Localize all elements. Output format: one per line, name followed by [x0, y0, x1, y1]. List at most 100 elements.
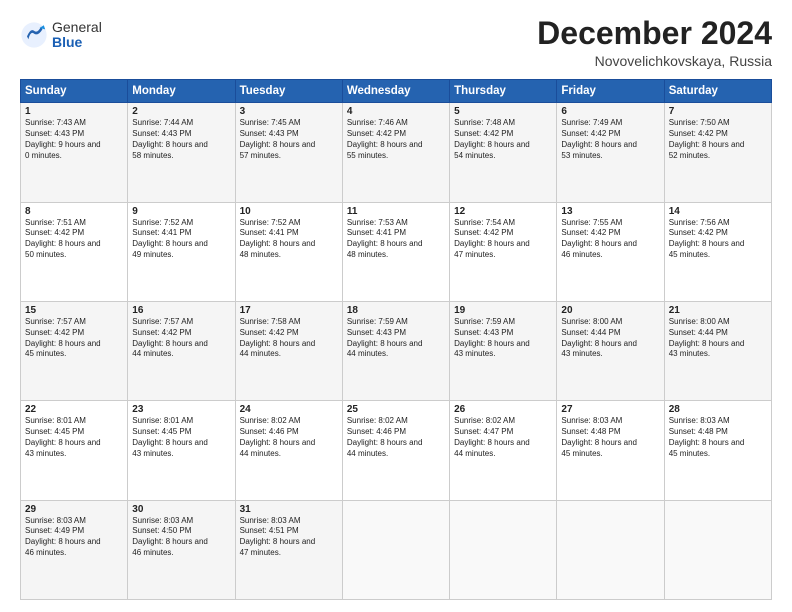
table-row: 4Sunrise: 7:46 AMSunset: 4:42 PMDaylight…: [342, 103, 449, 202]
table-row: 30Sunrise: 8:03 AMSunset: 4:50 PMDayligh…: [128, 500, 235, 599]
table-row: 16Sunrise: 7:57 AMSunset: 4:42 PMDayligh…: [128, 301, 235, 400]
logo-blue: Blue: [52, 35, 102, 50]
col-thursday: Thursday: [450, 80, 557, 103]
day-number: 27: [561, 404, 659, 415]
day-number: 9: [132, 206, 230, 217]
logo: General Blue: [20, 20, 102, 51]
day-info: Sunrise: 8:00 AMSunset: 4:44 PMDaylight:…: [561, 317, 659, 360]
day-info: Sunrise: 8:01 AMSunset: 4:45 PMDaylight:…: [25, 416, 123, 459]
day-info: Sunrise: 7:46 AMSunset: 4:42 PMDaylight:…: [347, 118, 445, 161]
day-info: Sunrise: 7:52 AMSunset: 4:41 PMDaylight:…: [132, 218, 230, 261]
day-number: 14: [669, 206, 767, 217]
day-number: 31: [240, 504, 338, 515]
day-number: 30: [132, 504, 230, 515]
day-number: 12: [454, 206, 552, 217]
month-title: December 2024: [537, 16, 772, 51]
day-info: Sunrise: 7:48 AMSunset: 4:42 PMDaylight:…: [454, 118, 552, 161]
day-number: 22: [25, 404, 123, 415]
day-info: Sunrise: 7:50 AMSunset: 4:42 PMDaylight:…: [669, 118, 767, 161]
day-number: 10: [240, 206, 338, 217]
table-row: 26Sunrise: 8:02 AMSunset: 4:47 PMDayligh…: [450, 401, 557, 500]
table-row: 7Sunrise: 7:50 AMSunset: 4:42 PMDaylight…: [664, 103, 771, 202]
day-number: 8: [25, 206, 123, 217]
day-info: Sunrise: 7:58 AMSunset: 4:42 PMDaylight:…: [240, 317, 338, 360]
table-row: [450, 500, 557, 599]
calendar-week-2: 8Sunrise: 7:51 AMSunset: 4:42 PMDaylight…: [21, 202, 772, 301]
day-info: Sunrise: 8:03 AMSunset: 4:48 PMDaylight:…: [561, 416, 659, 459]
table-row: [664, 500, 771, 599]
day-number: 16: [132, 305, 230, 316]
day-info: Sunrise: 7:59 AMSunset: 4:43 PMDaylight:…: [454, 317, 552, 360]
day-info: Sunrise: 7:52 AMSunset: 4:41 PMDaylight:…: [240, 218, 338, 261]
day-number: 19: [454, 305, 552, 316]
header-row: Sunday Monday Tuesday Wednesday Thursday…: [21, 80, 772, 103]
table-row: 12Sunrise: 7:54 AMSunset: 4:42 PMDayligh…: [450, 202, 557, 301]
day-number: 15: [25, 305, 123, 316]
table-row: 8Sunrise: 7:51 AMSunset: 4:42 PMDaylight…: [21, 202, 128, 301]
day-info: Sunrise: 7:57 AMSunset: 4:42 PMDaylight:…: [25, 317, 123, 360]
col-friday: Friday: [557, 80, 664, 103]
day-info: Sunrise: 7:44 AMSunset: 4:43 PMDaylight:…: [132, 118, 230, 161]
calendar: Sunday Monday Tuesday Wednesday Thursday…: [20, 79, 772, 600]
day-info: Sunrise: 8:00 AMSunset: 4:44 PMDaylight:…: [669, 317, 767, 360]
day-number: 2: [132, 106, 230, 117]
calendar-week-5: 29Sunrise: 8:03 AMSunset: 4:49 PMDayligh…: [21, 500, 772, 599]
day-number: 5: [454, 106, 552, 117]
day-info: Sunrise: 8:02 AMSunset: 4:47 PMDaylight:…: [454, 416, 552, 459]
table-row: 19Sunrise: 7:59 AMSunset: 4:43 PMDayligh…: [450, 301, 557, 400]
day-number: 23: [132, 404, 230, 415]
day-number: 18: [347, 305, 445, 316]
table-row: 9Sunrise: 7:52 AMSunset: 4:41 PMDaylight…: [128, 202, 235, 301]
table-row: 13Sunrise: 7:55 AMSunset: 4:42 PMDayligh…: [557, 202, 664, 301]
day-number: 26: [454, 404, 552, 415]
location-subtitle: Novovelichkovskaya, Russia: [537, 53, 772, 69]
day-info: Sunrise: 8:01 AMSunset: 4:45 PMDaylight:…: [132, 416, 230, 459]
title-section: December 2024 Novovelichkovskaya, Russia: [537, 16, 772, 69]
day-info: Sunrise: 7:55 AMSunset: 4:42 PMDaylight:…: [561, 218, 659, 261]
day-info: Sunrise: 7:59 AMSunset: 4:43 PMDaylight:…: [347, 317, 445, 360]
table-row: 3Sunrise: 7:45 AMSunset: 4:43 PMDaylight…: [235, 103, 342, 202]
day-number: 6: [561, 106, 659, 117]
logo-text: General Blue: [52, 20, 102, 51]
day-info: Sunrise: 7:54 AMSunset: 4:42 PMDaylight:…: [454, 218, 552, 261]
day-info: Sunrise: 7:49 AMSunset: 4:42 PMDaylight:…: [561, 118, 659, 161]
day-info: Sunrise: 7:45 AMSunset: 4:43 PMDaylight:…: [240, 118, 338, 161]
table-row: 24Sunrise: 8:02 AMSunset: 4:46 PMDayligh…: [235, 401, 342, 500]
day-info: Sunrise: 8:03 AMSunset: 4:48 PMDaylight:…: [669, 416, 767, 459]
day-info: Sunrise: 7:57 AMSunset: 4:42 PMDaylight:…: [132, 317, 230, 360]
table-row: 23Sunrise: 8:01 AMSunset: 4:45 PMDayligh…: [128, 401, 235, 500]
day-info: Sunrise: 7:43 AMSunset: 4:43 PMDaylight:…: [25, 118, 123, 161]
calendar-week-4: 22Sunrise: 8:01 AMSunset: 4:45 PMDayligh…: [21, 401, 772, 500]
day-number: 24: [240, 404, 338, 415]
day-number: 11: [347, 206, 445, 217]
table-row: 1Sunrise: 7:43 AMSunset: 4:43 PMDaylight…: [21, 103, 128, 202]
col-sunday: Sunday: [21, 80, 128, 103]
day-number: 29: [25, 504, 123, 515]
day-info: Sunrise: 7:56 AMSunset: 4:42 PMDaylight:…: [669, 218, 767, 261]
table-row: 29Sunrise: 8:03 AMSunset: 4:49 PMDayligh…: [21, 500, 128, 599]
calendar-body: 1Sunrise: 7:43 AMSunset: 4:43 PMDaylight…: [21, 103, 772, 600]
col-monday: Monday: [128, 80, 235, 103]
day-number: 21: [669, 305, 767, 316]
logo-icon: [20, 21, 48, 49]
table-row: 17Sunrise: 7:58 AMSunset: 4:42 PMDayligh…: [235, 301, 342, 400]
day-number: 1: [25, 106, 123, 117]
table-row: 6Sunrise: 7:49 AMSunset: 4:42 PMDaylight…: [557, 103, 664, 202]
calendar-header: Sunday Monday Tuesday Wednesday Thursday…: [21, 80, 772, 103]
day-number: 4: [347, 106, 445, 117]
day-info: Sunrise: 8:02 AMSunset: 4:46 PMDaylight:…: [240, 416, 338, 459]
calendar-table: Sunday Monday Tuesday Wednesday Thursday…: [20, 79, 772, 600]
table-row: 11Sunrise: 7:53 AMSunset: 4:41 PMDayligh…: [342, 202, 449, 301]
table-row: 2Sunrise: 7:44 AMSunset: 4:43 PMDaylight…: [128, 103, 235, 202]
logo-general: General: [52, 20, 102, 35]
day-info: Sunrise: 8:03 AMSunset: 4:50 PMDaylight:…: [132, 516, 230, 559]
day-info: Sunrise: 8:02 AMSunset: 4:46 PMDaylight:…: [347, 416, 445, 459]
col-saturday: Saturday: [664, 80, 771, 103]
table-row: [557, 500, 664, 599]
table-row: 14Sunrise: 7:56 AMSunset: 4:42 PMDayligh…: [664, 202, 771, 301]
day-number: 28: [669, 404, 767, 415]
day-number: 17: [240, 305, 338, 316]
day-info: Sunrise: 8:03 AMSunset: 4:51 PMDaylight:…: [240, 516, 338, 559]
table-row: 22Sunrise: 8:01 AMSunset: 4:45 PMDayligh…: [21, 401, 128, 500]
calendar-week-3: 15Sunrise: 7:57 AMSunset: 4:42 PMDayligh…: [21, 301, 772, 400]
